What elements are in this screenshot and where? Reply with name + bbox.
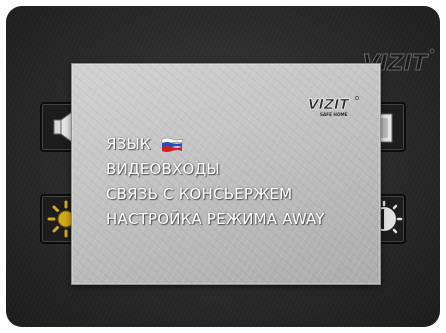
settings-menu-panel: VIZIT SAFE HOME ЯЗЫК ВИДЕОВХОДЫ СВЯЗЬ С … [71,63,381,285]
menu-item-label: ЯЗЫК [106,135,151,153]
menu-item-video-inputs[interactable]: ВИДЕОВХОДЫ [106,157,325,182]
menu-item-away-mode-settings[interactable]: НАСТРОЙКА РЕЖИМА AWAY [106,207,325,232]
menu-item-label: СВЯЗЬ С КОНСЬЕРЖЕМ [106,185,293,203]
menu-item-language[interactable]: ЯЗЫК [106,132,325,157]
vizit-logo: VIZIT SAFE HOME [306,96,359,117]
menu-item-concierge-connection[interactable]: СВЯЗЬ С КОНСЬЕРЖЕМ [106,182,325,207]
logo-text: VIZIT [306,97,351,113]
menu-item-label: НАСТРОЙКА РЕЖИМА AWAY [106,210,325,228]
screen: VIZIT VIZIT SAFE HOME ЯЗЫК ВИДЕОВХОДЫ СВ… [6,6,440,327]
device-frame: VIZIT VIZIT SAFE HOME ЯЗЫК ВИДЕОВХОДЫ СВ… [0,0,446,333]
logo-subtext: SAFE HOME [320,112,348,117]
russia-flag-icon [161,137,182,152]
menu-item-label: ВИДЕОВХОДЫ [106,160,220,178]
settings-menu: ЯЗЫК ВИДЕОВХОДЫ СВЯЗЬ С КОНСЬЕРЖЕМ НАСТР… [106,132,325,232]
